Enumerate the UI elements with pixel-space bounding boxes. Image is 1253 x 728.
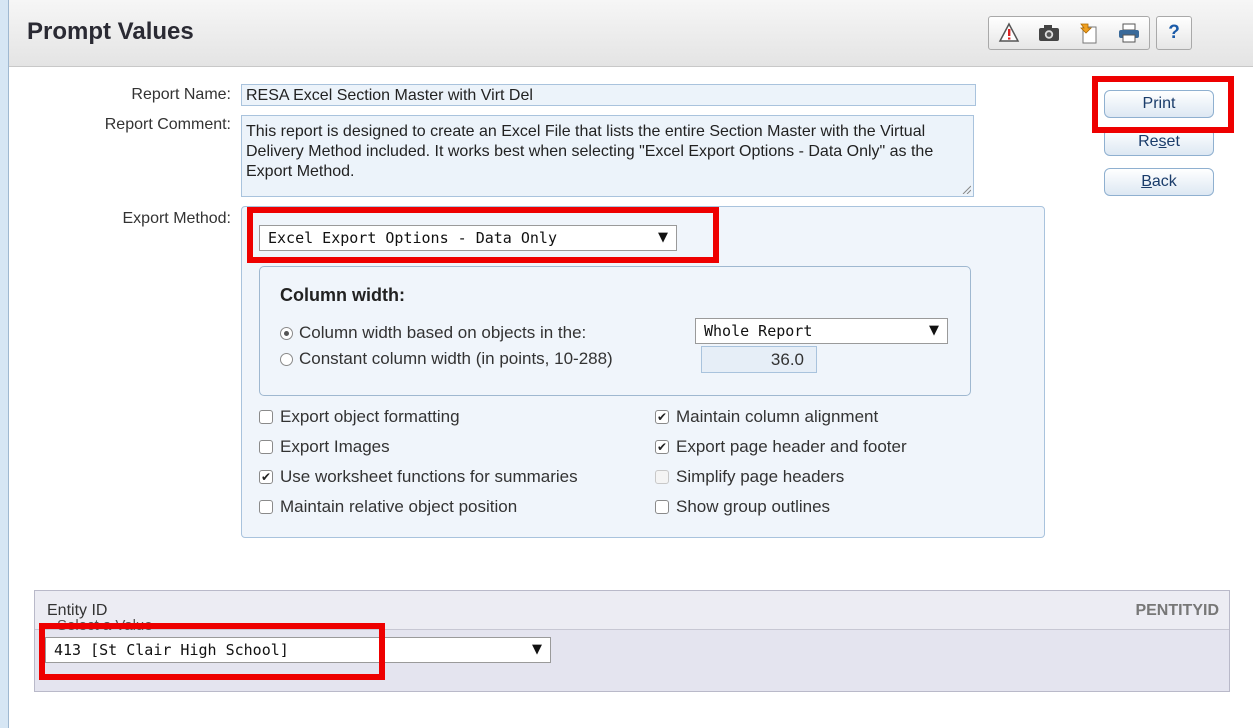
radio-unselected-icon[interactable] bbox=[280, 352, 293, 366]
option-maintain-relative-position[interactable]: Maintain relative object position bbox=[259, 497, 517, 517]
option-show-group-outlines[interactable]: Show group outlines bbox=[655, 497, 830, 517]
dropdown-arrow-icon: ▼ bbox=[658, 230, 668, 245]
checkbox-label: Export object formatting bbox=[280, 407, 460, 426]
checkbox-unchecked-icon[interactable] bbox=[655, 500, 669, 514]
checkbox-label: Export page header and footer bbox=[676, 437, 907, 456]
entity-id-code: PENTITYID bbox=[1135, 602, 1219, 619]
option-export-object-formatting[interactable]: Export object formatting bbox=[259, 407, 460, 427]
column-width-group: Column width: Column width based on obje… bbox=[259, 266, 971, 396]
dropdown-arrow-icon: ▼ bbox=[532, 642, 542, 657]
checkbox-checked-icon[interactable]: ✔ bbox=[655, 410, 669, 424]
reset-button[interactable]: Re s et bbox=[1104, 128, 1214, 156]
column-width-scope-select[interactable]: Whole Report ▼ bbox=[695, 318, 948, 344]
checkbox-label: Maintain column alignment bbox=[676, 407, 879, 426]
checkbox-unchecked-icon[interactable] bbox=[259, 500, 273, 514]
toolbar-group bbox=[988, 16, 1150, 50]
export-icon[interactable] bbox=[1069, 17, 1109, 49]
checkbox-checked-icon[interactable]: ✔ bbox=[259, 470, 273, 484]
export-options-panel: Excel Export Options - Data Only ▼ Colum… bbox=[241, 206, 1045, 538]
option-use-worksheet-functions[interactable]: ✔ Use worksheet functions for summaries bbox=[259, 467, 578, 487]
option-simplify-page-headers: Simplify page headers bbox=[655, 467, 844, 487]
report-name-field: RESA Excel Section Master with Virt Del bbox=[241, 84, 976, 106]
entity-id-panel: Entity ID PENTITYID Select a Value 413 [… bbox=[34, 590, 1230, 692]
option-maintain-column-alignment[interactable]: ✔ Maintain column alignment bbox=[655, 407, 878, 427]
column-width-objects-option[interactable]: Column width based on objects in the: bbox=[280, 323, 586, 343]
entity-selected-value: 413 [St Clair High School] bbox=[54, 641, 289, 659]
entity-value-select[interactable]: 413 [St Clair High School] ▼ bbox=[45, 637, 551, 663]
alert-icon[interactable] bbox=[989, 17, 1029, 49]
back-label-accesskey: B bbox=[1141, 173, 1152, 190]
column-width-title: Column width: bbox=[280, 285, 405, 305]
checkbox-unchecked-icon[interactable] bbox=[259, 440, 273, 454]
checkbox-unchecked-icon[interactable] bbox=[259, 410, 273, 424]
help-icon: ? bbox=[1168, 22, 1180, 43]
checkbox-label: Export Images bbox=[280, 437, 390, 456]
dropdown-arrow-icon: ▼ bbox=[929, 323, 939, 338]
printer-icon[interactable] bbox=[1109, 17, 1149, 49]
report-comment-label: Report Comment: bbox=[104, 116, 231, 133]
radio-selected-icon[interactable] bbox=[280, 326, 293, 340]
report-comment-field[interactable]: This report is designed to create an Exc… bbox=[241, 115, 974, 197]
export-method-select[interactable]: Excel Export Options - Data Only ▼ bbox=[259, 225, 677, 251]
page-title: Prompt Values bbox=[27, 18, 194, 45]
checkbox-label: Simplify page headers bbox=[676, 467, 845, 486]
checkbox-label: Use worksheet functions for summaries bbox=[280, 467, 578, 486]
radio-label: Column width based on objects in the: bbox=[299, 323, 587, 342]
reset-label-part: Re bbox=[1138, 133, 1159, 150]
back-label-part: ack bbox=[1151, 173, 1177, 190]
report-comment-text: This report is designed to create an Exc… bbox=[246, 123, 934, 180]
export-method-value: Excel Export Options - Data Only bbox=[268, 229, 557, 247]
entity-id-header: Entity ID PENTITYID bbox=[35, 591, 1229, 630]
reset-label-part: et bbox=[1166, 133, 1180, 150]
constant-width-input[interactable]: 36.0 bbox=[701, 346, 817, 373]
checkbox-label: Maintain relative object position bbox=[280, 497, 518, 516]
help-button[interactable]: ? bbox=[1156, 16, 1192, 50]
toolbar: ? bbox=[988, 16, 1241, 50]
page-header: Prompt Values ? bbox=[9, 0, 1253, 67]
checkbox-label: Show group outlines bbox=[676, 497, 831, 516]
resize-grip-icon[interactable] bbox=[961, 184, 971, 194]
select-value-label: Select a Value bbox=[57, 617, 153, 634]
constant-column-width-option[interactable]: Constant column width (in points, 10-288… bbox=[280, 349, 613, 369]
report-name-label: Report Name: bbox=[131, 86, 231, 103]
back-button[interactable]: Back bbox=[1104, 168, 1214, 196]
checkbox-disabled-icon bbox=[655, 470, 669, 484]
option-export-page-header-footer[interactable]: ✔ Export page header and footer bbox=[655, 437, 907, 457]
reset-label-accesskey: s bbox=[1158, 133, 1167, 150]
print-button[interactable]: Print bbox=[1104, 90, 1214, 118]
camera-icon[interactable] bbox=[1029, 17, 1069, 49]
window-left-edge bbox=[0, 0, 9, 728]
export-method-label: Export Method: bbox=[122, 210, 232, 227]
scope-value: Whole Report bbox=[704, 322, 813, 340]
option-export-images[interactable]: Export Images bbox=[259, 437, 390, 457]
checkbox-checked-icon[interactable]: ✔ bbox=[655, 440, 669, 454]
radio-label: Constant column width (in points, 10-288… bbox=[299, 349, 613, 368]
